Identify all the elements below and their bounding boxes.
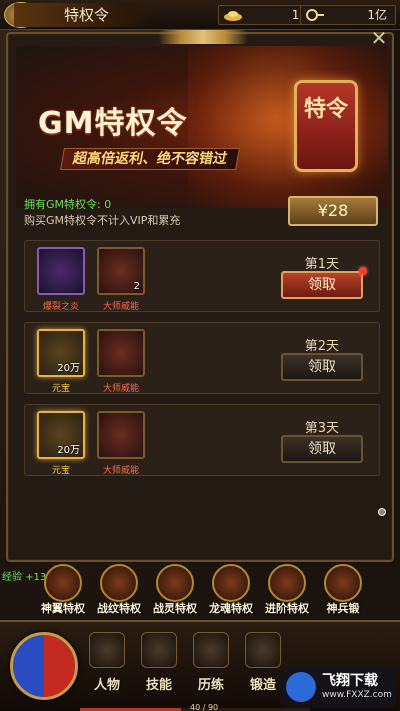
weapon-icon <box>324 564 362 602</box>
item-count: 20万 <box>57 445 80 456</box>
day-label: 第2天 <box>304 339 339 354</box>
key-coin-icon <box>306 9 324 21</box>
coin-value: 1亿 <box>367 8 387 22</box>
day-label: 第3天 <box>304 421 339 436</box>
reward-row: 爆裂之炎 2 大师威能 第1天 领取 <box>24 240 380 312</box>
privilege-spirit[interactable]: 战灵特权 <box>148 562 202 618</box>
watermark-url: www.FXXZ.com <box>322 690 392 700</box>
badge-text: 特令 <box>303 97 348 122</box>
item-count: 20万 <box>57 363 80 374</box>
scroll-indicator[interactable] <box>378 508 386 516</box>
exp-bar-text: 40 / 90 <box>190 703 219 711</box>
reward-item-label: 爆裂之炎 <box>42 302 79 312</box>
claim-button[interactable]: 领取 <box>281 435 363 463</box>
training-icon <box>193 632 229 668</box>
reward-item-icon[interactable] <box>97 329 145 377</box>
page-title: 特权令 <box>14 3 154 27</box>
gm-banner: GM特权令 超高倍返利、绝不容错过 特令 <box>16 46 388 208</box>
reward-item-label: 元宝 <box>51 466 70 476</box>
privilege-weapon[interactable]: 神兵锻 <box>316 562 370 618</box>
nav-character[interactable]: 人物 <box>82 630 132 700</box>
privilege-bar: 神翼特权 战纹特权 战灵特权 龙魂特权 进阶特权 神兵锻 <box>36 562 386 618</box>
reward-item-label: 大师威能 <box>102 384 139 394</box>
reward-row: 20万 元宝 大师威能 第2天 领取 <box>24 322 380 394</box>
reward-item-label: 元宝 <box>51 384 70 394</box>
nav-training[interactable]: 历练 <box>186 630 236 700</box>
buy-button[interactable]: ¥28 <box>288 196 378 226</box>
reward-item-label: 大师威能 <box>102 302 139 312</box>
nav-skill[interactable]: 技能 <box>134 630 184 700</box>
panel-ornament <box>158 30 248 44</box>
watermark-title: 飞翔下载 <box>322 673 378 689</box>
site-watermark: 飞翔下载 www.FXXZ.com <box>280 666 396 708</box>
banner-title: GM特权令 <box>38 106 188 141</box>
reward-item-icon[interactable]: 20万 <box>37 411 85 459</box>
reward-item-icon[interactable]: 2 <box>97 247 145 295</box>
privilege-wing[interactable]: 神翼特权 <box>36 562 90 618</box>
fire-glow <box>188 46 388 208</box>
spirit-icon <box>156 564 194 602</box>
privilege-rune[interactable]: 战纹特权 <box>92 562 146 618</box>
reward-item-icon[interactable] <box>97 411 145 459</box>
item-count: 2 <box>133 281 140 292</box>
top-bar: 特权令 10万 1亿 <box>0 0 400 30</box>
forge-icon <box>245 632 281 668</box>
bottom-nav: 人物 技能 历练 锻造 40 / 90 飞翔下载 www.FXXZ.com <box>0 620 400 711</box>
claim-button[interactable]: 领取 <box>281 271 363 299</box>
gold-ingot-icon <box>224 11 242 21</box>
privilege-dragon[interactable]: 龙魂特权 <box>204 562 258 618</box>
reward-item-label: 大师威能 <box>102 466 139 476</box>
hp-mp-orb <box>10 632 78 700</box>
reward-item-icon[interactable]: 20万 <box>37 329 85 377</box>
purchase-note: 购买GM特权令不计入VIP和累充 <box>24 214 181 227</box>
dragon-icon <box>212 564 250 602</box>
privilege-panel: ✕ GM特权令 超高倍返利、绝不容错过 特令 拥有GM特权令: 0 购买GM特权… <box>6 28 394 562</box>
skill-icon <box>141 632 177 668</box>
reward-row: 20万 元宝 大师威能 第3天 领取 <box>24 404 380 476</box>
watermark-logo-icon <box>286 672 316 702</box>
privilege-advance[interactable]: 进阶特权 <box>260 562 314 618</box>
reward-item-icon[interactable] <box>37 247 85 295</box>
owned-count: 拥有GM特权令: 0 <box>24 198 112 211</box>
claim-button[interactable]: 领取 <box>281 353 363 381</box>
token-badge-icon: 特令 <box>294 80 358 172</box>
notification-dot <box>359 267 367 275</box>
coin-currency: 1亿 <box>300 5 396 25</box>
day-label: 第1天 <box>304 257 339 272</box>
rune-icon <box>100 564 138 602</box>
banner-subtitle: 超高倍返利、绝不容错过 <box>60 148 240 170</box>
wing-icon <box>44 564 82 602</box>
advance-icon <box>268 564 306 602</box>
character-icon <box>89 632 125 668</box>
